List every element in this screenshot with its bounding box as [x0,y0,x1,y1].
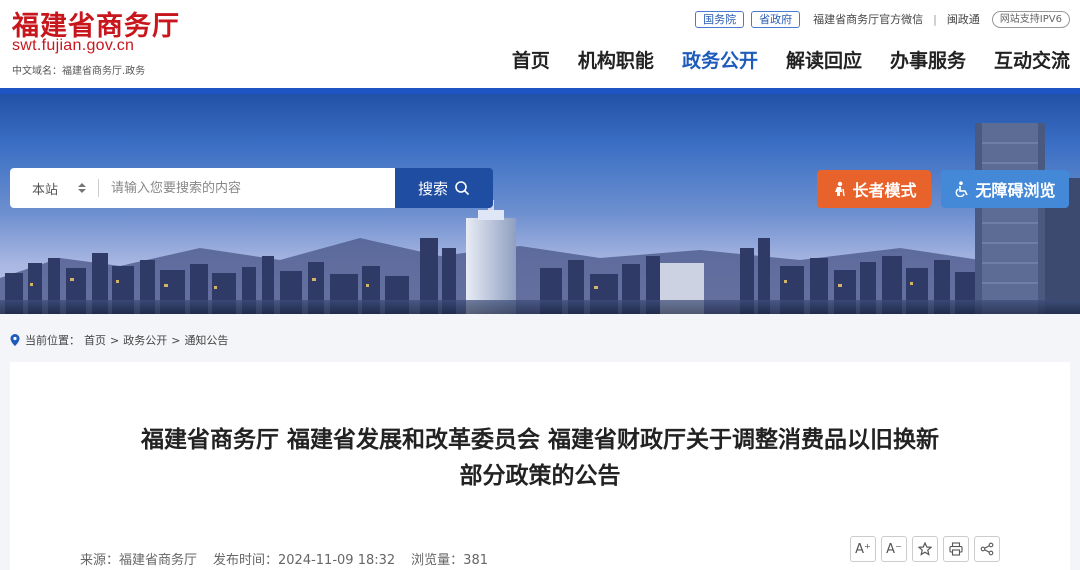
elder-person-icon [835,181,846,197]
ipv6-badge: 网站支持IPV6 [991,10,1070,28]
wheelchair-icon [956,181,969,197]
nav-functions[interactable]: 机构职能 [578,46,654,73]
top-links: 国务院 省政府 福建省商务厅官方微信 | 闽政通 网站支持IPV6 [695,9,1070,29]
search-box: 本站 [10,168,395,208]
print-button[interactable] [943,536,969,562]
nav-interaction[interactable]: 互动交流 [994,46,1070,73]
breadcrumb-notices[interactable]: 通知公告 [184,332,228,348]
article-tools: A⁺ A⁻ [850,536,1005,562]
sort-arrows-icon [78,183,86,193]
main-nav: 首页 机构职能 政务公开 解读回应 办事服务 互动交流 [484,46,1070,73]
nav-interpretation[interactable]: 解读回应 [786,46,862,73]
breadcrumb-home[interactable]: 首页 [84,332,106,348]
accessible-browse-button[interactable]: 无障碍浏览 [941,170,1069,208]
article-source: 来源：福建省商务厅 [80,553,198,568]
search-scope-label: 本站 [32,182,59,198]
breadcrumb-separator: > [171,333,181,347]
search-icon [455,181,470,196]
nav-home[interactable]: 首页 [512,46,550,73]
nav-services[interactable]: 办事服务 [890,46,966,73]
site-url: swt.fujian.gov.cn [12,37,135,54]
state-council-link[interactable]: 国务院 [695,10,745,28]
favorite-button[interactable] [912,536,938,562]
article-publish-time: 发布时间：2024-11-09 18:32 [213,553,396,568]
breadcrumb-gov-affairs[interactable]: 政务公开 [123,332,167,348]
location-pin-icon [10,334,20,346]
font-increase-button[interactable]: A⁺ [850,536,876,562]
search-button-label: 搜索 [417,179,448,198]
top-link-separator: | [933,12,937,26]
nav-gov-affairs[interactable]: 政务公开 [682,46,758,73]
star-icon [918,542,932,556]
article-panel: 福建省商务厅 福建省发展和改革委员会 福建省财政厅关于调整消费品以旧换新 部分政… [10,362,1070,570]
elder-mode-button[interactable]: 长者模式 [817,170,931,208]
font-decrease-button[interactable]: A⁻ [881,536,907,562]
hero-banner: 本站 搜索 长者模式 无障碍浏览 [0,88,1080,314]
breadcrumb-label: 当前位置： [25,334,80,347]
breadcrumb: 当前位置： 首页 > 政务公开 > 通知公告 [10,332,232,348]
search-scope-select[interactable]: 本站 [10,179,98,198]
provincial-gov-link[interactable]: 省政府 [751,10,801,28]
article-views: 浏览量：381 [411,553,488,568]
minzhengtong-link[interactable]: 闽政通 [947,11,980,27]
site-header: 福建省商务厅 swt.fujian.gov.cn 中文域名：福建省商务厅.政务 … [0,0,1080,88]
elder-mode-label: 长者模式 [852,181,917,200]
article-title: 福建省商务厅 福建省发展和改革委员会 福建省财政厅关于调整消费品以旧换新 部分政… [50,422,1030,494]
accessible-browse-label: 无障碍浏览 [975,181,1056,200]
article-title-line-1: 福建省商务厅 福建省发展和改革委员会 福建省财政厅关于调整消费品以旧换新 [140,427,939,453]
search-input[interactable] [99,169,395,207]
chinese-domain-label: 中文域名：福建省商务厅.政务 [12,66,146,77]
share-icon [980,542,994,556]
article-meta: 来源：福建省商务厅 发布时间：2024-11-09 18:32 浏览量：381 [80,549,504,568]
article-title-line-2: 部分政策的公告 [459,463,621,489]
breadcrumb-separator: > [110,333,120,347]
search-button[interactable]: 搜索 [395,168,493,208]
printer-icon [949,542,963,556]
share-button[interactable] [974,536,1000,562]
wechat-link[interactable]: 福建省商务厅官方微信 [813,11,923,27]
